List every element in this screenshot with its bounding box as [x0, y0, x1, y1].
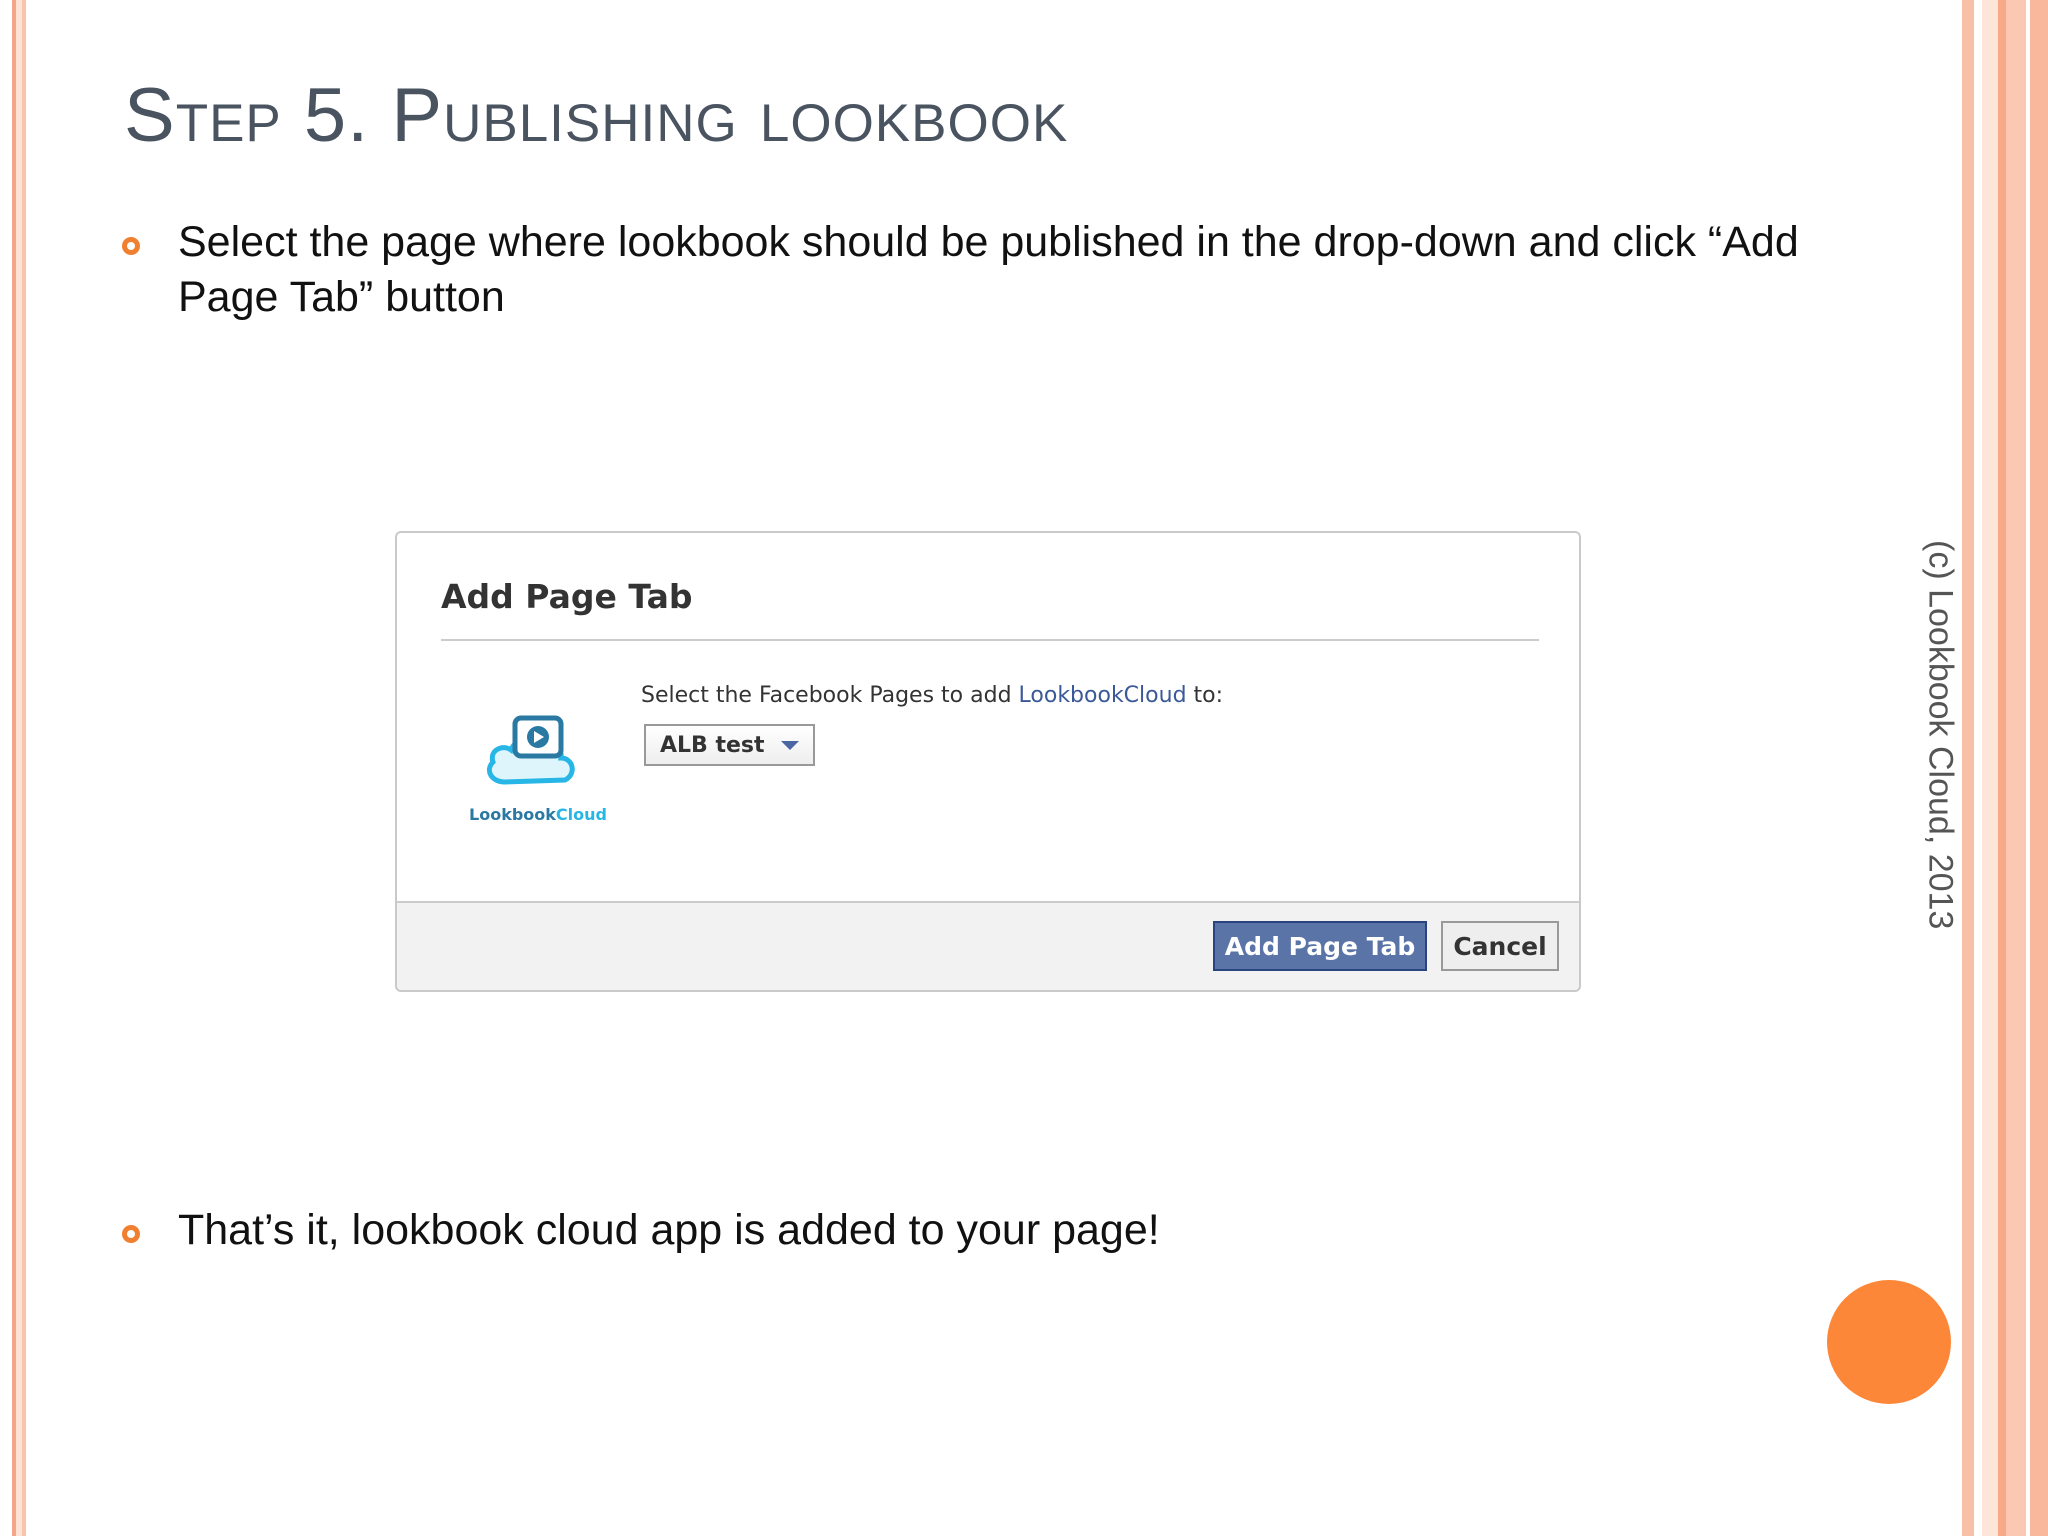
left-border-decoration	[0, 0, 28, 1536]
dialog-footer: Add Page Tab Cancel	[397, 901, 1579, 990]
ring-bullet-icon	[122, 1225, 140, 1243]
bullet-text: That’s it, lookbook cloud app is added t…	[178, 1206, 1160, 1254]
copyright-note: (c) Lookbook Cloud, 2013	[1920, 540, 1960, 940]
dialog-title: Add Page Tab	[441, 577, 693, 616]
bullet-item-1: Select the page where lookbook should be…	[122, 215, 1858, 325]
bullet-item-2: That’s it, lookbook cloud app is added t…	[122, 1203, 1858, 1258]
slide-title: Step 5. Publishing lookbook	[124, 73, 1069, 158]
add-page-tab-button[interactable]: Add Page Tab	[1213, 921, 1427, 971]
copyright-text: (c) Lookbook Cloud, 2013	[1921, 540, 1960, 930]
logo-wordmark: LookbookCloud	[469, 805, 607, 824]
dialog-instruction: Select the Facebook Pages to add Lookboo…	[641, 683, 1224, 708]
page-select-dropdown[interactable]: ALB test	[644, 724, 815, 766]
ring-bullet-icon	[122, 237, 140, 255]
bullet-text: Select the page where lookbook should be…	[178, 218, 1799, 321]
chevron-down-icon	[780, 740, 799, 750]
right-border-decoration	[1958, 0, 2048, 1536]
cloud-play-icon	[487, 715, 575, 785]
decorative-circle	[1827, 1280, 1951, 1404]
cancel-button[interactable]: Cancel	[1441, 921, 1559, 971]
add-page-tab-dialog: Add Page Tab LookbookCloud Select the Fa…	[395, 531, 1581, 992]
dialog-divider	[441, 639, 1539, 641]
app-name-link[interactable]: LookbookCloud	[1019, 683, 1187, 708]
selected-page-value: ALB test	[660, 732, 765, 758]
lookbookcloud-logo: LookbookCloud	[463, 710, 613, 830]
